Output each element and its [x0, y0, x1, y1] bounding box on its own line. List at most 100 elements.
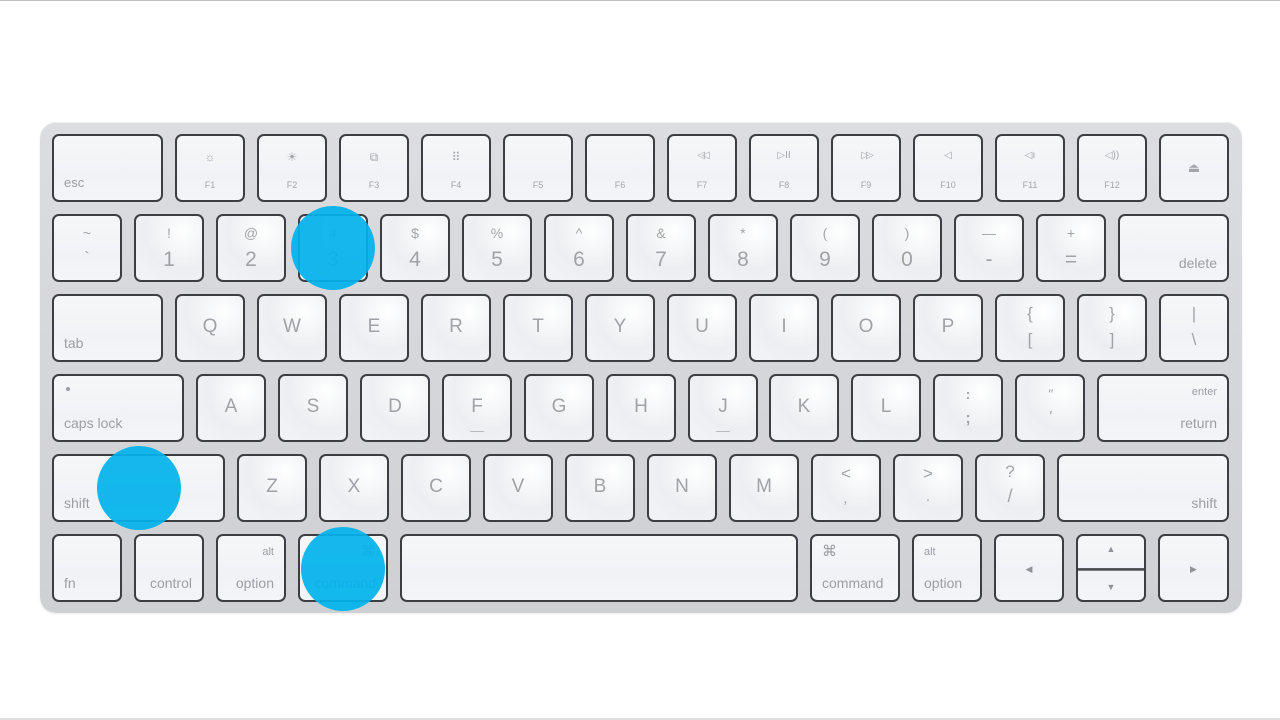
key-c[interactable]: C	[401, 454, 471, 522]
key-f1[interactable]: ☼ F1	[175, 134, 245, 202]
key-f[interactable]: F	[442, 374, 512, 442]
key-equals[interactable]: + =	[1036, 214, 1106, 282]
key-q[interactable]: Q	[175, 294, 245, 362]
key-right-option[interactable]: alt option	[912, 534, 982, 602]
key-right-command[interactable]: ⌘ command	[810, 534, 900, 602]
key-slash[interactable]: ? /	[975, 454, 1045, 522]
shift-symbol: —	[982, 225, 996, 241]
key-k[interactable]: K	[769, 374, 839, 442]
key-u[interactable]: U	[667, 294, 737, 362]
key-l[interactable]: L	[851, 374, 921, 442]
key-label: F8	[778, 180, 790, 190]
key-b[interactable]: B	[565, 454, 635, 522]
key-delete[interactable]: delete	[1118, 214, 1229, 282]
key-quote[interactable]: " '	[1015, 374, 1085, 442]
key-0[interactable]: ) 0	[872, 214, 942, 282]
key-esc[interactable]: esc	[52, 134, 163, 202]
key-v[interactable]: V	[483, 454, 553, 522]
key-return[interactable]: enter return	[1097, 374, 1229, 442]
key-fn[interactable]: fn	[52, 534, 122, 602]
key-z[interactable]: Z	[237, 454, 307, 522]
key-spacebar[interactable]	[400, 534, 798, 602]
key-3[interactable]: # 3	[298, 214, 368, 282]
key-right-arrow[interactable]: ▶	[1158, 534, 1229, 602]
key-d[interactable]: D	[360, 374, 430, 442]
key-2[interactable]: @ 2	[216, 214, 286, 282]
key-5[interactable]: % 5	[462, 214, 532, 282]
brightness-down-icon: ☼	[204, 150, 216, 164]
key-t[interactable]: T	[503, 294, 573, 362]
key-6[interactable]: ^ 6	[544, 214, 614, 282]
key-letter: O	[858, 316, 874, 337]
key-comma[interactable]: < ,	[811, 454, 881, 522]
key-4[interactable]: $ 4	[380, 214, 450, 282]
key-left-shift[interactable]: shift	[52, 454, 225, 522]
key-left-arrow[interactable]: ◀	[994, 534, 1064, 602]
key-backtick[interactable]: ~ `	[52, 214, 122, 282]
key-s[interactable]: S	[278, 374, 348, 442]
key-period[interactable]: > .	[893, 454, 963, 522]
key-f7[interactable]: ◁◁ F7	[667, 134, 737, 202]
key-f6[interactable]: F6	[585, 134, 655, 202]
key-o[interactable]: O	[831, 294, 901, 362]
base-symbol: .	[925, 488, 931, 505]
rewind-icon: ◁◁	[697, 150, 709, 161]
key-f5[interactable]: F5	[503, 134, 573, 202]
key-f10[interactable]: ◁ F10	[913, 134, 983, 202]
key-left-command[interactable]: ⌘ command	[298, 534, 388, 602]
shift-symbol: ?	[1005, 462, 1015, 481]
key-x[interactable]: X	[319, 454, 389, 522]
key-letter: U	[695, 316, 709, 337]
key-j[interactable]: J	[688, 374, 758, 442]
key-left-option[interactable]: alt option	[216, 534, 286, 602]
key-semicolon[interactable]: : ;	[933, 374, 1003, 442]
key-h[interactable]: H	[606, 374, 676, 442]
key-a[interactable]: A	[196, 374, 266, 442]
key-label: F9	[860, 180, 872, 190]
key-f3[interactable]: ⧉ F3	[339, 134, 409, 202]
key-m[interactable]: M	[729, 454, 799, 522]
key-f4[interactable]: ⠿ F4	[421, 134, 491, 202]
base-symbol: 6	[573, 248, 585, 271]
key-i[interactable]: I	[749, 294, 819, 362]
key-p[interactable]: P	[913, 294, 983, 362]
shift-symbol: *	[740, 225, 746, 241]
key-eject[interactable]: ⏏	[1159, 134, 1229, 202]
key-letter: W	[283, 316, 301, 337]
key-f8[interactable]: ▷II F8	[749, 134, 819, 202]
base-symbol: ,	[843, 490, 849, 507]
key-backslash[interactable]: | \	[1159, 294, 1229, 362]
key-e[interactable]: E	[339, 294, 409, 362]
key-right-bracket[interactable]: } ]	[1077, 294, 1147, 362]
shift-symbol: +	[1066, 225, 1076, 241]
key-1[interactable]: ! 1	[134, 214, 204, 282]
key-left-control[interactable]: control	[134, 534, 204, 602]
key-right-shift[interactable]: shift	[1057, 454, 1229, 522]
key-left-bracket[interactable]: { [	[995, 294, 1065, 362]
base-symbol: 4	[409, 248, 421, 271]
key-letter: P	[941, 316, 955, 337]
key-minus[interactable]: — -	[954, 214, 1024, 282]
key-letter: C	[429, 476, 443, 497]
key-letter: L	[880, 396, 892, 417]
key-9[interactable]: ( 9	[790, 214, 860, 282]
key-f12[interactable]: ◁)) F12	[1077, 134, 1147, 202]
key-f9[interactable]: ▷▷ F9	[831, 134, 901, 202]
base-symbol: 9	[819, 248, 831, 271]
key-w[interactable]: W	[257, 294, 327, 362]
launchpad-icon: ⠿	[451, 150, 461, 164]
key-f2[interactable]: ☀ F2	[257, 134, 327, 202]
base-symbol: '	[1048, 408, 1052, 425]
key-f11[interactable]: ◁ı F11	[995, 134, 1065, 202]
key-tab[interactable]: tab	[52, 294, 163, 362]
key-up-down-arrows[interactable]: ▲ ▼	[1076, 534, 1146, 602]
key-n[interactable]: N	[647, 454, 717, 522]
key-r[interactable]: R	[421, 294, 491, 362]
top-divider	[0, 0, 1280, 1]
key-letter: G	[551, 396, 567, 417]
key-caps-lock[interactable]: caps lock	[52, 374, 184, 442]
key-7[interactable]: & 7	[626, 214, 696, 282]
key-8[interactable]: * 8	[708, 214, 778, 282]
key-g[interactable]: G	[524, 374, 594, 442]
key-y[interactable]: Y	[585, 294, 655, 362]
